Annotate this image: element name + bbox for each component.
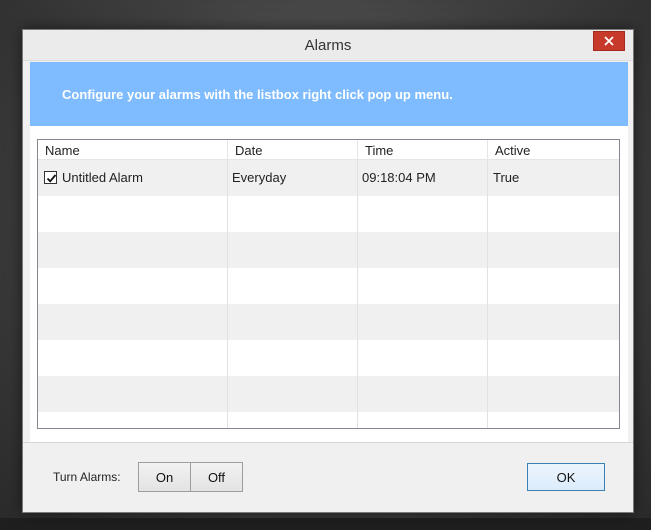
close-button[interactable] [593, 31, 625, 51]
alarm-date: Everyday [232, 170, 287, 185]
footer-divider [23, 442, 633, 443]
list-item [38, 412, 619, 428]
list-item [38, 304, 619, 340]
list-body: Untitled Alarm Everyday 09:18:04 PM True [38, 160, 619, 428]
column-header-name[interactable]: Name [38, 140, 228, 160]
column-header-time[interactable]: Time [358, 140, 488, 160]
banner-text: Configure your alarms with the listbox r… [62, 87, 453, 102]
table-row[interactable]: Untitled Alarm Everyday 09:18:04 PM True [38, 160, 619, 196]
column-header-date[interactable]: Date [228, 140, 358, 160]
alarms-window: Alarms Configure your alarms with the li… [22, 29, 634, 513]
title-bar[interactable]: Alarms [23, 30, 633, 61]
alarm-name: Untitled Alarm [62, 170, 143, 185]
list-header: Name Date Time Active [38, 140, 619, 160]
content-area: Name Date Time Active Untitled Alarm Eve… [30, 126, 628, 443]
alarm-active: True [493, 170, 520, 185]
column-header-active[interactable]: Active [488, 140, 619, 160]
list-item [38, 196, 619, 232]
column-divider [357, 160, 358, 428]
list-item [38, 376, 619, 412]
column-divider [227, 160, 228, 428]
alarms-on-button[interactable]: On [138, 462, 191, 492]
turn-alarms-label: Turn Alarms: [53, 470, 121, 484]
ok-button[interactable]: OK [527, 463, 605, 491]
column-divider [487, 160, 488, 428]
desktop-background [0, 518, 651, 530]
alarms-listview[interactable]: Name Date Time Active Untitled Alarm Eve… [37, 139, 620, 429]
instruction-banner: Configure your alarms with the listbox r… [30, 62, 628, 126]
list-item [38, 340, 619, 376]
list-item [38, 268, 619, 304]
alarms-off-button[interactable]: Off [190, 462, 243, 492]
window-title: Alarms [304, 37, 352, 54]
alarm-enabled-checkbox[interactable] [44, 171, 57, 184]
close-icon [604, 36, 614, 46]
list-item [38, 232, 619, 268]
alarm-time: 09:18:04 PM [362, 170, 436, 185]
